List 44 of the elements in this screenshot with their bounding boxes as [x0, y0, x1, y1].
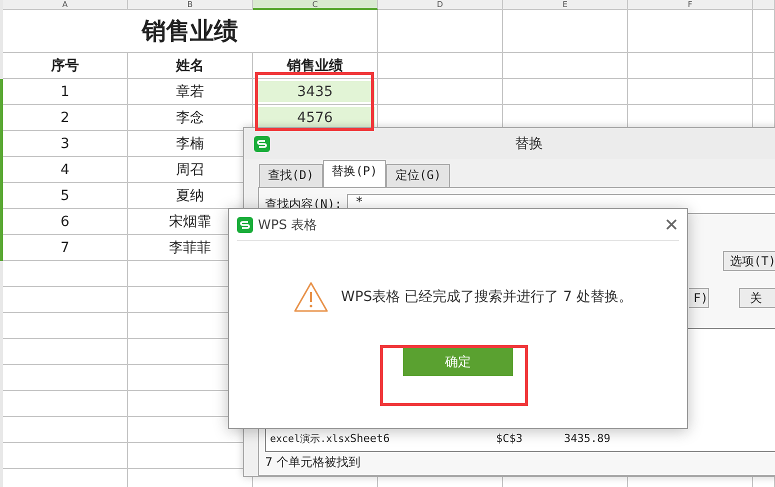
- close-icon[interactable]: [666, 219, 677, 230]
- table-cell: 5: [3, 183, 128, 209]
- sheet-title: 销售业绩: [3, 10, 378, 53]
- table-cell: 3: [3, 131, 128, 157]
- dialog-title: 替换: [515, 134, 543, 152]
- app-logo-icon: [254, 136, 270, 152]
- tab[interactable]: 定位(G): [386, 164, 450, 187]
- result-value: 3435.89: [564, 432, 610, 446]
- close-button[interactable]: 关: [739, 288, 775, 308]
- find-button[interactable]: F): [689, 288, 709, 308]
- row-header[interactable]: [0, 209, 3, 235]
- dialog-title: WPS 表格: [258, 216, 318, 234]
- table-cell: 2: [3, 105, 128, 131]
- row-header[interactable]: [0, 235, 3, 261]
- column-header[interactable]: A: [3, 0, 128, 10]
- table-cell: 4: [3, 157, 128, 183]
- table-cell: 1: [3, 79, 128, 105]
- result-cell-text: $C$3: [496, 432, 524, 446]
- column-header[interactable]: F: [628, 0, 753, 10]
- warning-icon: [293, 281, 329, 313]
- column-header[interactable]: C: [253, 0, 378, 10]
- table-cell: 7: [3, 235, 128, 261]
- column-heading: 序号: [3, 53, 128, 79]
- options-button[interactable]: 选项(T): [723, 251, 775, 271]
- status-text: 7 个单元格被找到: [265, 454, 360, 471]
- result-sheet: Sheet6: [350, 432, 391, 446]
- table-cell: 6: [3, 209, 128, 235]
- message-text: WPS表格 已经完成了搜索并进行了 7 处替换。: [341, 288, 632, 306]
- column-header[interactable]: B: [128, 0, 253, 10]
- app-logo-icon: [237, 216, 253, 232]
- row-header[interactable]: [0, 131, 3, 157]
- column-heading: 姓名: [128, 53, 253, 79]
- row-header[interactable]: [0, 183, 3, 209]
- table-cell: 3435: [253, 79, 378, 105]
- row-header[interactable]: [0, 105, 3, 131]
- column-header[interactable]: [753, 0, 775, 10]
- table-cell: [753, 53, 775, 79]
- column-header[interactable]: D: [378, 0, 503, 10]
- tab[interactable]: 查找(D): [259, 164, 323, 187]
- row-header[interactable]: [0, 157, 3, 183]
- row-header[interactable]: [0, 79, 3, 105]
- table-cell: [753, 10, 775, 53]
- tab[interactable]: 替换(P): [322, 160, 386, 187]
- column-header[interactable]: E: [503, 0, 628, 10]
